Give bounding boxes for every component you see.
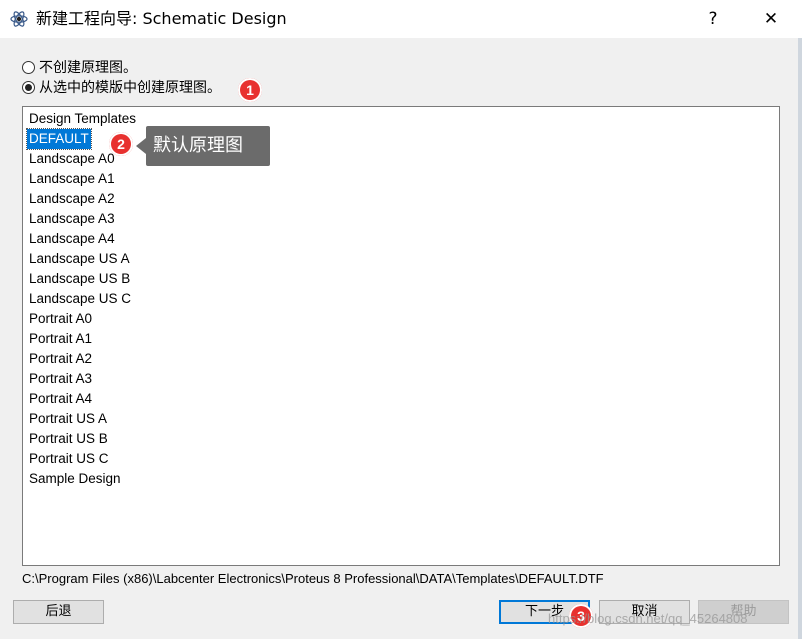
- template-item[interactable]: Landscape US B: [27, 269, 132, 289]
- template-item[interactable]: Sample Design: [27, 469, 123, 489]
- template-item[interactable]: DEFAULT: [26, 128, 92, 150]
- proteus-app-icon: [10, 11, 28, 27]
- tooltip-arrow: [136, 138, 146, 154]
- option-no-schematic-label: 不创建原理图。: [39, 60, 137, 76]
- annotation-badge-2: 2: [109, 132, 133, 156]
- template-item[interactable]: Portrait A1: [27, 329, 94, 349]
- template-listbox[interactable]: Design Templates DEFAULT Landscape A0 Lands…: [22, 106, 780, 566]
- window-title: 新建工程向导: Schematic Design: [36, 9, 287, 28]
- watermark: https://blog.csdn.net/qq_45264808: [548, 611, 748, 626]
- template-item[interactable]: Landscape A1: [27, 169, 117, 189]
- annotation-tooltip: 默认原理图: [146, 126, 270, 166]
- template-item[interactable]: Portrait A4: [27, 389, 94, 409]
- template-item[interactable]: Portrait A3: [27, 369, 94, 389]
- back-button[interactable]: 后退: [13, 600, 104, 624]
- template-item[interactable]: Portrait US A: [27, 409, 109, 429]
- template-path: C:\Program Files (x86)\Labcenter Electro…: [22, 571, 604, 586]
- template-item[interactable]: Portrait US B: [27, 429, 110, 449]
- option-from-template[interactable]: 从选中的模版中创建原理图。: [22, 78, 221, 96]
- template-item[interactable]: Landscape A0: [27, 149, 117, 169]
- background-window-edge: [798, 38, 802, 639]
- radio-from-template[interactable]: [22, 80, 35, 94]
- template-item[interactable]: Landscape US C: [27, 289, 133, 309]
- template-item[interactable]: Portrait US C: [27, 449, 111, 469]
- close-icon[interactable]: ✕: [748, 0, 794, 38]
- template-item[interactable]: Portrait A0: [27, 309, 94, 329]
- template-item[interactable]: Landscape A4: [27, 229, 117, 249]
- annotation-badge-1: 1: [238, 78, 262, 102]
- template-item[interactable]: Landscape US A: [27, 249, 132, 269]
- template-item[interactable]: Landscape A2: [27, 189, 117, 209]
- list-header: Design Templates: [29, 111, 137, 126]
- option-no-schematic[interactable]: 不创建原理图。: [22, 58, 137, 76]
- radio-no-schematic[interactable]: [22, 60, 35, 74]
- template-item[interactable]: Landscape A3: [27, 209, 117, 229]
- option-from-template-label: 从选中的模版中创建原理图。: [39, 80, 221, 96]
- template-item[interactable]: Portrait A2: [27, 349, 94, 369]
- title-bar: 新建工程向导: Schematic Design ? ✕: [0, 0, 802, 38]
- help-icon[interactable]: ?: [690, 0, 736, 38]
